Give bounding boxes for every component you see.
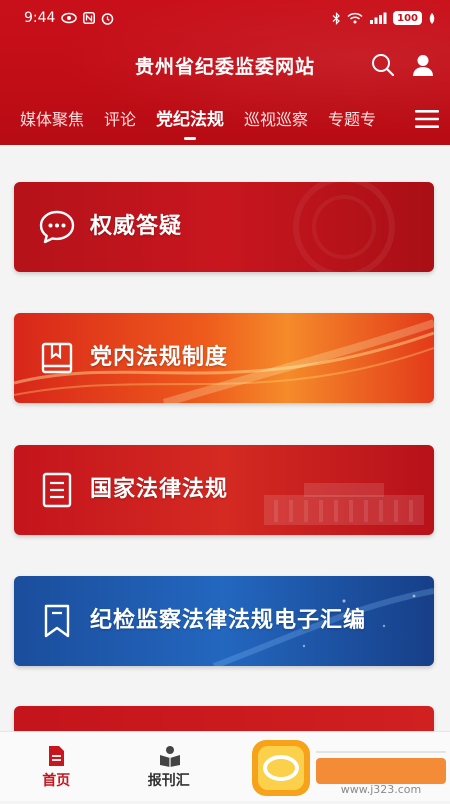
leaf-icon: [428, 12, 436, 25]
signal-icon: [369, 12, 387, 24]
tab-party-regulations[interactable]: 党纪法规: [146, 100, 234, 140]
hamburger-menu-icon[interactable]: [414, 108, 440, 130]
card-party-regulations[interactable]: 党内法规制度: [14, 313, 434, 403]
category-tabs: 媒体聚焦 评论 党纪法规 巡视巡察 专题专: [0, 100, 410, 140]
nav-label: 报刊汇: [113, 770, 226, 790]
tab-inspections[interactable]: 巡视巡察: [234, 100, 318, 140]
nfc-icon: [83, 12, 95, 24]
tab-comments[interactable]: 评论: [94, 100, 146, 140]
card-label: 党内法规制度: [90, 313, 228, 403]
nav-label: 首页: [0, 770, 113, 790]
card-authoritative-qa[interactable]: 权威答疑: [14, 182, 434, 272]
card-pattern-decoration: [234, 182, 434, 272]
battery-indicator: 100: [393, 11, 422, 25]
nav-newspapers[interactable]: 报刊汇: [113, 732, 226, 801]
card-label: 纪检监察法律法规电子汇编: [90, 576, 366, 666]
search-icon[interactable]: [370, 52, 396, 78]
tab-media-focus[interactable]: 媒体聚焦: [0, 100, 94, 140]
home-doc-icon: [46, 745, 66, 767]
bookmark-icon: [38, 602, 76, 640]
status-time: 9:44: [24, 10, 55, 26]
eye-icon: [61, 12, 77, 24]
tab-special-topics[interactable]: 专题专: [318, 100, 386, 140]
card-national-laws[interactable]: 国家法律法规: [14, 445, 434, 535]
status-bar: 9:44 100: [0, 0, 450, 36]
chat-bubble-icon: [38, 208, 76, 246]
wifi-icon: [347, 12, 363, 24]
book-icon: [38, 339, 76, 377]
bluetooth-icon: [332, 12, 341, 25]
building-silhouette-decoration: [244, 455, 434, 535]
card-label: 国家法律法规: [90, 445, 228, 535]
nav-home[interactable]: 首页: [0, 732, 113, 801]
card-discipline-laws-compilation[interactable]: 纪检监察法律法规电子汇编: [14, 576, 434, 666]
svg-text:www.j323.com: www.j323.com: [341, 783, 422, 796]
reader-icon: [159, 745, 179, 767]
watermark-logo: www.j323.com: [250, 738, 450, 800]
user-profile-icon[interactable]: [410, 52, 436, 78]
card-label: 权威答疑: [90, 182, 182, 272]
document-icon: [38, 471, 76, 509]
alarm-icon: [101, 12, 114, 25]
app-header: 9:44 100: [0, 0, 450, 145]
